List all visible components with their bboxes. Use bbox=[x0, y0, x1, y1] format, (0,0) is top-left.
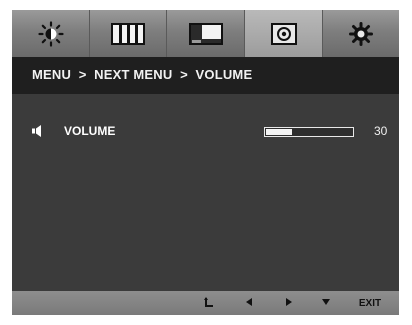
brightness-icon bbox=[37, 20, 64, 47]
down-arrow-icon bbox=[322, 298, 330, 308]
volume-slider[interactable] bbox=[264, 127, 354, 137]
menu-content: VOLUME 30 bbox=[12, 94, 399, 291]
volume-row[interactable]: VOLUME 30 bbox=[12, 122, 399, 142]
right-button[interactable] bbox=[280, 291, 298, 315]
icon-tab-bar bbox=[12, 10, 399, 57]
volume-slider-fill bbox=[266, 129, 292, 135]
exit-button[interactable]: EXIT bbox=[352, 291, 388, 315]
tab-setup[interactable] bbox=[323, 10, 399, 57]
return-icon bbox=[203, 296, 215, 310]
breadcrumb-header: MENU > NEXT MENU > VOLUME bbox=[12, 57, 399, 94]
breadcrumb: MENU > NEXT MENU > VOLUME bbox=[32, 67, 253, 82]
return-button[interactable] bbox=[200, 291, 218, 315]
bottom-control-bar: EXIT bbox=[12, 291, 399, 315]
tab-audio[interactable] bbox=[245, 10, 322, 57]
osd-menu: MENU > NEXT MENU > VOLUME VOLUME 30 EXIT bbox=[12, 10, 399, 315]
tab-color[interactable] bbox=[90, 10, 166, 57]
right-arrow-icon bbox=[285, 298, 293, 308]
left-button[interactable] bbox=[240, 291, 258, 315]
down-button[interactable] bbox=[317, 291, 335, 315]
color-bars-icon bbox=[111, 22, 145, 45]
left-arrow-icon bbox=[245, 298, 253, 308]
audio-speaker-icon bbox=[270, 22, 297, 45]
speaker-icon bbox=[32, 124, 46, 138]
tab-brightness[interactable] bbox=[12, 10, 89, 57]
tab-picture[interactable] bbox=[167, 10, 244, 57]
volume-label: VOLUME bbox=[64, 124, 116, 138]
volume-value: 30 bbox=[374, 124, 388, 138]
picture-window-icon bbox=[188, 22, 223, 45]
setup-gear-icon bbox=[348, 21, 374, 47]
